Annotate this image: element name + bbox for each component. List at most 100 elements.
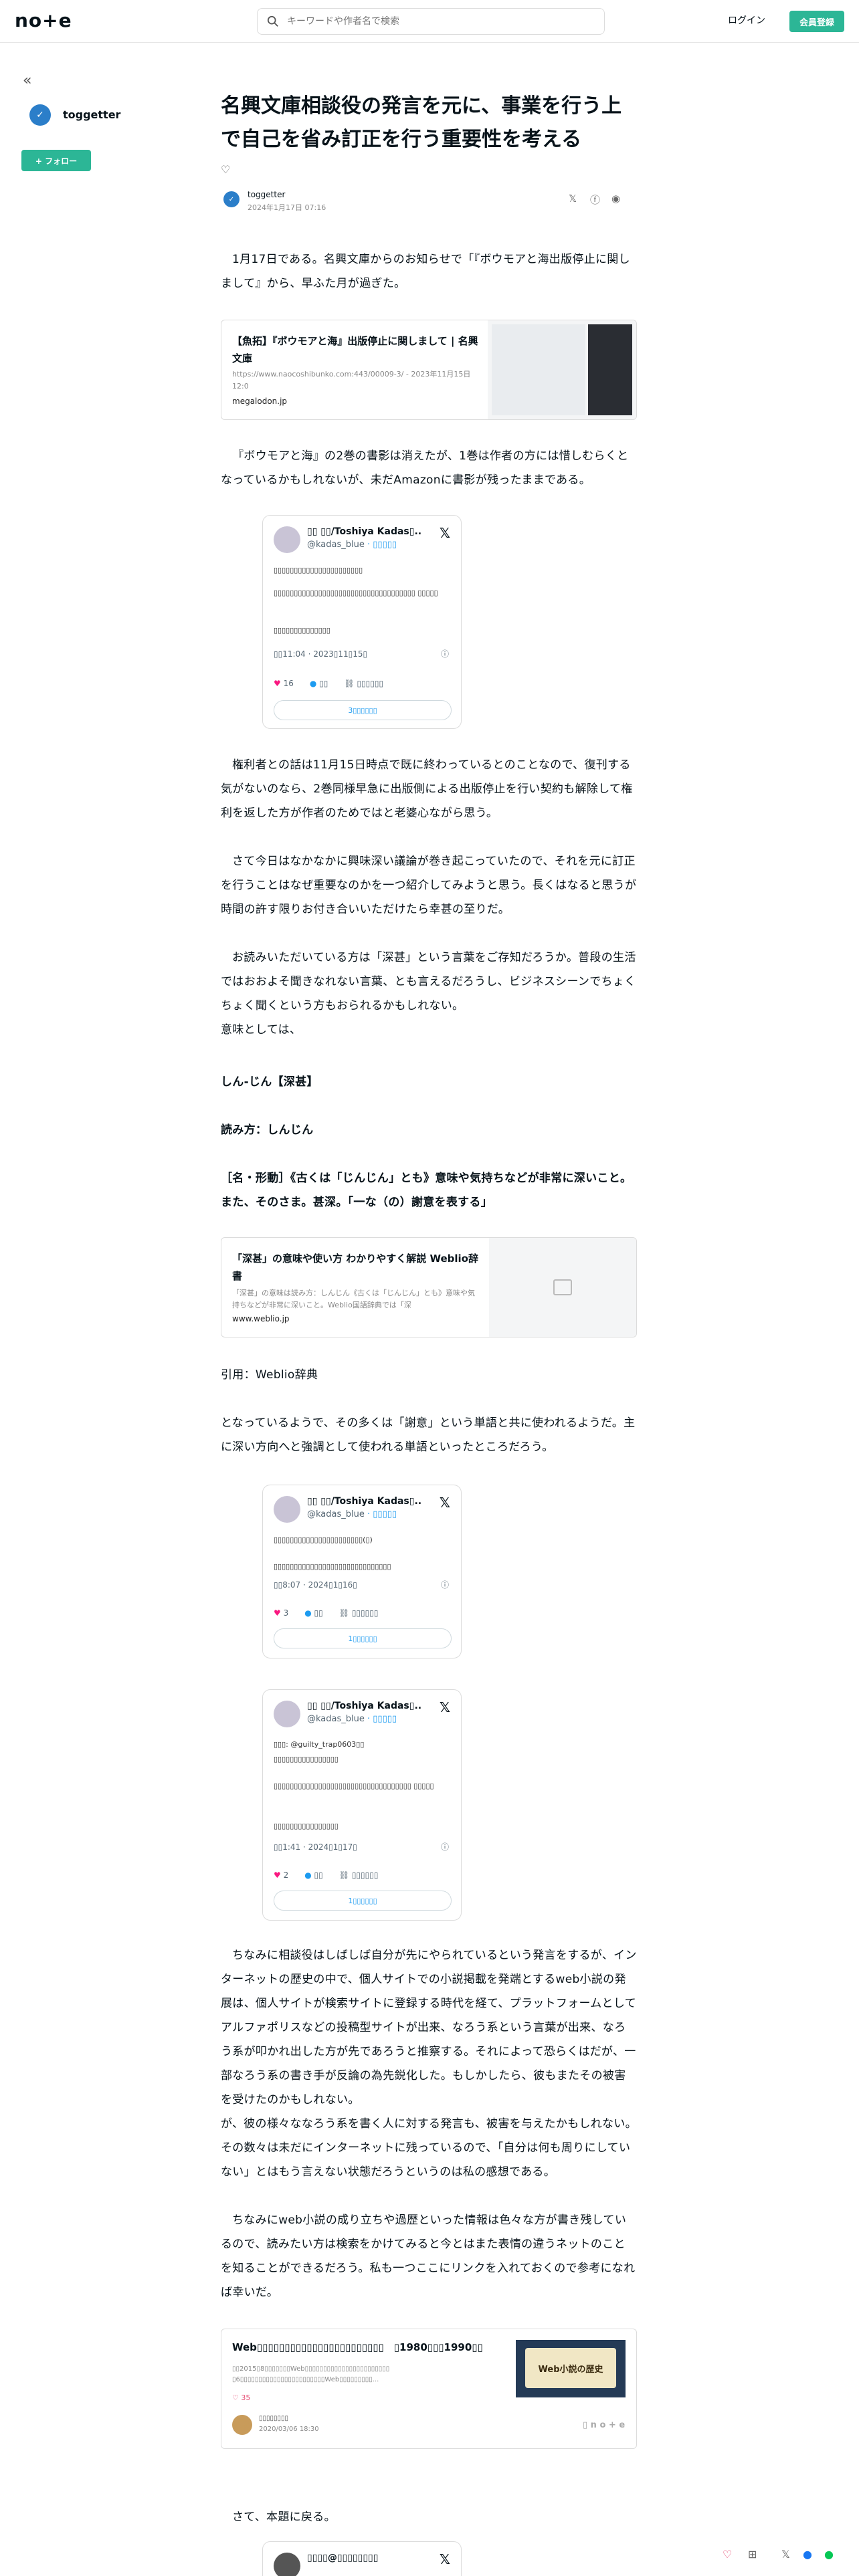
embedded-tweet[interactable]: ▯▯ ▯▯/Toshiya Kadas▯... @kadas_blue · ▯▯… <box>262 515 462 729</box>
note-logo[interactable]: no+e <box>15 9 72 31</box>
like-count[interactable]: ♥ 3 <box>274 1608 288 1618</box>
like-icon[interactable]: ♡ <box>221 163 230 176</box>
link-card-url: megalodon.jp <box>232 397 288 406</box>
embedded-tweet[interactable]: ▯▯▯▯@▯▯▯▯▯▯▯▯ 𝕏 <box>262 2541 462 2576</box>
tweet-text: ▯▯▯▯▯▯▯▯▯▯▯▯▯▯▯▯ <box>274 1755 339 1763</box>
note-card-description: ▯▯2015▯8▯▯▯▯▯▯▯Web▯▯▯▯▯▯▯▯▯▯▯▯▯▯▯▯▯▯▯▯▯▯… <box>232 2365 397 2383</box>
image-placeholder-icon <box>489 1238 636 1337</box>
note-card-author: ▯▯▯▯▯▯▯▯ <box>259 2415 289 2422</box>
tweet-avatar <box>274 1701 300 1727</box>
like-count[interactable]: ♥ 2 <box>274 1870 288 1880</box>
follow-button[interactable]: + フォロー <box>21 150 91 171</box>
note-embed-card[interactable]: Web▯▯▯▯▯▯▯▯▯▯▯▯▯▯▯▯▯▯▯▯▯▯▯ ▯1980▯▯▯1990▯… <box>221 2329 637 2449</box>
paragraph: 『ボウモアと海』の2巻の書影は消えたが、1巻は作者の方には惜しむらくとなっている… <box>221 449 629 487</box>
tweet-author-name: ▯▯ ▯▯/Toshiya Kadas▯... <box>307 1496 421 1507</box>
tweet-text: ▯▯▯▯▯▯▯▯▯▯▯▯▯▯▯▯▯▯▯▯▯▯▯▯▯▯▯▯▯ <box>274 1562 391 1571</box>
tweet-avatar <box>274 2553 300 2576</box>
line-share-icon[interactable]: ● <box>824 2548 834 2561</box>
tweet-text: ▯▯▯▯▯▯▯▯▯▯▯▯▯▯▯▯ <box>274 1822 339 1830</box>
link-card-title: 「深甚」の意味や使い方 わかりやすく解説 Weblio辞書 <box>232 1253 478 1282</box>
x-logo-icon[interactable]: 𝕏 <box>440 525 450 541</box>
paragraph: お読みいただいている方は「深甚」という言葉をご存知だろうか。普段の生活ではおおよ… <box>221 951 636 1037</box>
x-share-icon[interactable]: 𝕏 <box>569 193 577 205</box>
note-card-thumbnail: Web小説の歴史 <box>516 2340 626 2397</box>
note-card-likes: ♡ 35 <box>232 2393 251 2402</box>
link-card-description: https://www.naocoshibunko.com:443/00009-… <box>232 370 471 391</box>
reply-button[interactable]: ● ▯▯ <box>304 1870 323 1880</box>
magazine-add-icon[interactable]: ⊞ <box>748 2548 757 2561</box>
creator-name[interactable]: toggetter <box>63 108 120 121</box>
info-icon[interactable]: ⓘ <box>441 1579 449 1590</box>
line-share-icon[interactable]: ◉ <box>611 193 620 205</box>
tweet-avatar <box>274 1496 300 1523</box>
paragraph: 権利者との話は11月15日時点で既に終わっているとのことなので、復刊する気がない… <box>221 758 633 820</box>
info-icon[interactable]: ⓘ <box>441 648 449 659</box>
paragraph: さて、本題に戻る。 <box>232 2510 336 2524</box>
embedded-tweet[interactable]: ▯▯ ▯▯/Toshiya Kadas▯... @kadas_blue · ▯▯… <box>262 1689 462 1921</box>
link-card-thumbnail <box>488 320 636 419</box>
signup-button[interactable]: 会員登録 <box>789 11 844 32</box>
link-card-url: www.weblio.jp <box>232 1314 290 1323</box>
author-avatar[interactable]: ✓ <box>223 191 240 207</box>
note-card-date: 2020/03/06 18:30 <box>259 2426 319 2433</box>
note-card-title: Web▯▯▯▯▯▯▯▯▯▯▯▯▯▯▯▯▯▯▯▯▯▯▯ ▯1980▯▯▯1990▯… <box>232 2341 483 2353</box>
x-logo-icon[interactable]: 𝕏 <box>440 1699 450 1715</box>
x-logo-icon[interactable]: 𝕏 <box>440 2551 450 2567</box>
creator-avatar[interactable]: ✓ <box>29 104 51 126</box>
like-count[interactable]: ♥ 16 <box>274 679 294 688</box>
copy-link-button[interactable]: ⛓ ▯▯▯▯▯▯ <box>339 1608 379 1618</box>
header: no+e ログイン 会員登録 <box>0 0 859 43</box>
x-share-icon[interactable]: 𝕏 <box>781 2548 790 2561</box>
login-link[interactable]: ログイン <box>728 13 765 27</box>
embedded-tweet[interactable]: ▯▯ ▯▯/Toshiya Kadas▯... @kadas_blue · ▯▯… <box>262 1485 462 1658</box>
definition-meaning: ［名・形動］《古くは「じんじん」とも》意味や気持ちなどが非常に深いこと。また、そ… <box>221 1172 632 1209</box>
citation: 引用：Weblio辞典 <box>221 1368 318 1382</box>
article-title: 名興文庫相談役の発言を元に、事業を行う上で自己を省み訂正を行う重要性を考える <box>221 94 622 151</box>
paragraph: さて今日はなかなかに興味深い議論が巻き起こっていたので、それを元に訂正を行うこと… <box>221 855 637 916</box>
tweet-timestamp[interactable]: ▯▯11:04 · 2023▯11▯15▯ <box>274 649 367 659</box>
tweet-timestamp[interactable]: ▯▯8:07 · 2024▯1▯16▯ <box>274 1580 357 1590</box>
search-input[interactable] <box>287 16 604 27</box>
link-card-title: 【魚拓】『ボウモアと海』出版停止に関しまして | 名興文庫 <box>232 335 478 364</box>
copy-link-button[interactable]: ⛓ ▯▯▯▯▯▯ <box>344 679 383 688</box>
search-icon <box>267 15 278 27</box>
paragraph: 1月17日である。名興文庫からのお知らせで「『ボウモアと海出版停止に関しまして』… <box>221 253 630 290</box>
tweet-author-name: ▯▯ ▯▯/Toshiya Kadas▯... <box>307 526 421 537</box>
read-replies-button[interactable]: 1▯▯▯▯▯▯ <box>274 1891 452 1911</box>
tweet-text: ▯▯▯▯▯▯▯▯▯▯▯▯▯▯▯▯▯▯▯▯▯▯(▯) <box>274 1535 373 1544</box>
tweet-avatar <box>274 526 300 553</box>
read-replies-button[interactable]: 1▯▯▯▯▯▯ <box>274 1628 452 1648</box>
paragraph: となっているようで、その多くは「謝意」という単語と共に使われるようだ。主に深い方… <box>221 1416 636 1454</box>
note-card-author-avatar <box>232 2415 252 2435</box>
tweet-timestamp[interactable]: ▯▯1:41 · 2024▯1▯17▯ <box>274 1842 357 1852</box>
definition-heading: しん‐じん【深甚】 <box>221 1075 318 1089</box>
link-card[interactable]: 「深甚」の意味や使い方 わかりやすく解説 Weblio辞書 「深甚」の意味は読み… <box>221 1237 637 1337</box>
publish-date: 2024年1月17日 07:16 <box>248 203 326 212</box>
link-card[interactable]: 【魚拓】『ボウモアと海』出版停止に関しまして | 名興文庫 https://ww… <box>221 320 637 420</box>
read-replies-button[interactable]: 3▯▯▯▯▯▯ <box>274 700 452 720</box>
collapse-sidebar-icon[interactable]: « <box>23 72 31 89</box>
facebook-share-icon[interactable]: ⓕ <box>590 193 600 207</box>
search-box[interactable] <box>257 8 605 35</box>
tweet-text: ▯▯▯▯▯▯▯▯▯▯▯▯▯▯▯▯▯▯▯▯▯▯ <box>274 566 363 574</box>
tweet-text: ▯▯▯▯▯▯▯▯▯▯▯▯▯▯▯▯▯▯▯▯▯▯▯▯▯▯▯▯▯▯▯▯▯▯▯ ▯▯▯▯… <box>274 588 438 597</box>
paragraph: ちなみに相談役はしばしば自分が先にやられているという発言をするが、インターネット… <box>221 1949 637 2179</box>
tweet-text: ▯▯▯▯▯▯▯▯▯▯▯▯▯▯▯▯▯▯▯▯▯▯▯▯▯▯▯▯▯▯▯▯▯▯ ▯▯▯▯▯ <box>274 1782 434 1790</box>
tweet-author-name: ▯▯▯▯@▯▯▯▯▯▯▯▯ <box>307 2553 379 2563</box>
info-icon[interactable]: ⓘ <box>441 1841 449 1852</box>
tweet-author-name: ▯▯ ▯▯/Toshiya Kadas▯... <box>307 1701 421 1711</box>
paragraph: ちなみにweb小説の成り立ちや過歴といった情報は色々な方が書き残しているので、読… <box>221 2214 636 2299</box>
tweet-actions: ♥ 16 ● ▯▯ ⛓ ▯▯▯▯▯▯ <box>274 679 383 688</box>
reply-button[interactable]: ● ▯▯ <box>304 1608 323 1618</box>
tweet-actions: ♥ 2 ● ▯▯ ⛓ ▯▯▯▯▯▯ <box>274 1870 378 1880</box>
tweet-handle: @kadas_blue · ▯▯▯▯▯ <box>307 540 397 550</box>
tweet-text: ▯▯▯▯▯▯▯▯▯▯▯▯▯▯ <box>274 626 330 635</box>
tweet-handle: @kadas_blue · ▯▯▯▯▯ <box>307 1714 397 1724</box>
facebook-share-icon[interactable]: ● <box>803 2548 812 2561</box>
copy-link-button[interactable]: ⛓ ▯▯▯▯▯▯ <box>339 1870 379 1880</box>
definition-reading: 読み方：しんじん <box>221 1123 314 1137</box>
author-name[interactable]: toggetter <box>248 190 285 199</box>
x-logo-icon[interactable]: 𝕏 <box>440 1495 450 1511</box>
reply-button[interactable]: ● ▯▯ <box>310 679 328 688</box>
like-icon[interactable]: ♡ <box>723 2548 732 2561</box>
